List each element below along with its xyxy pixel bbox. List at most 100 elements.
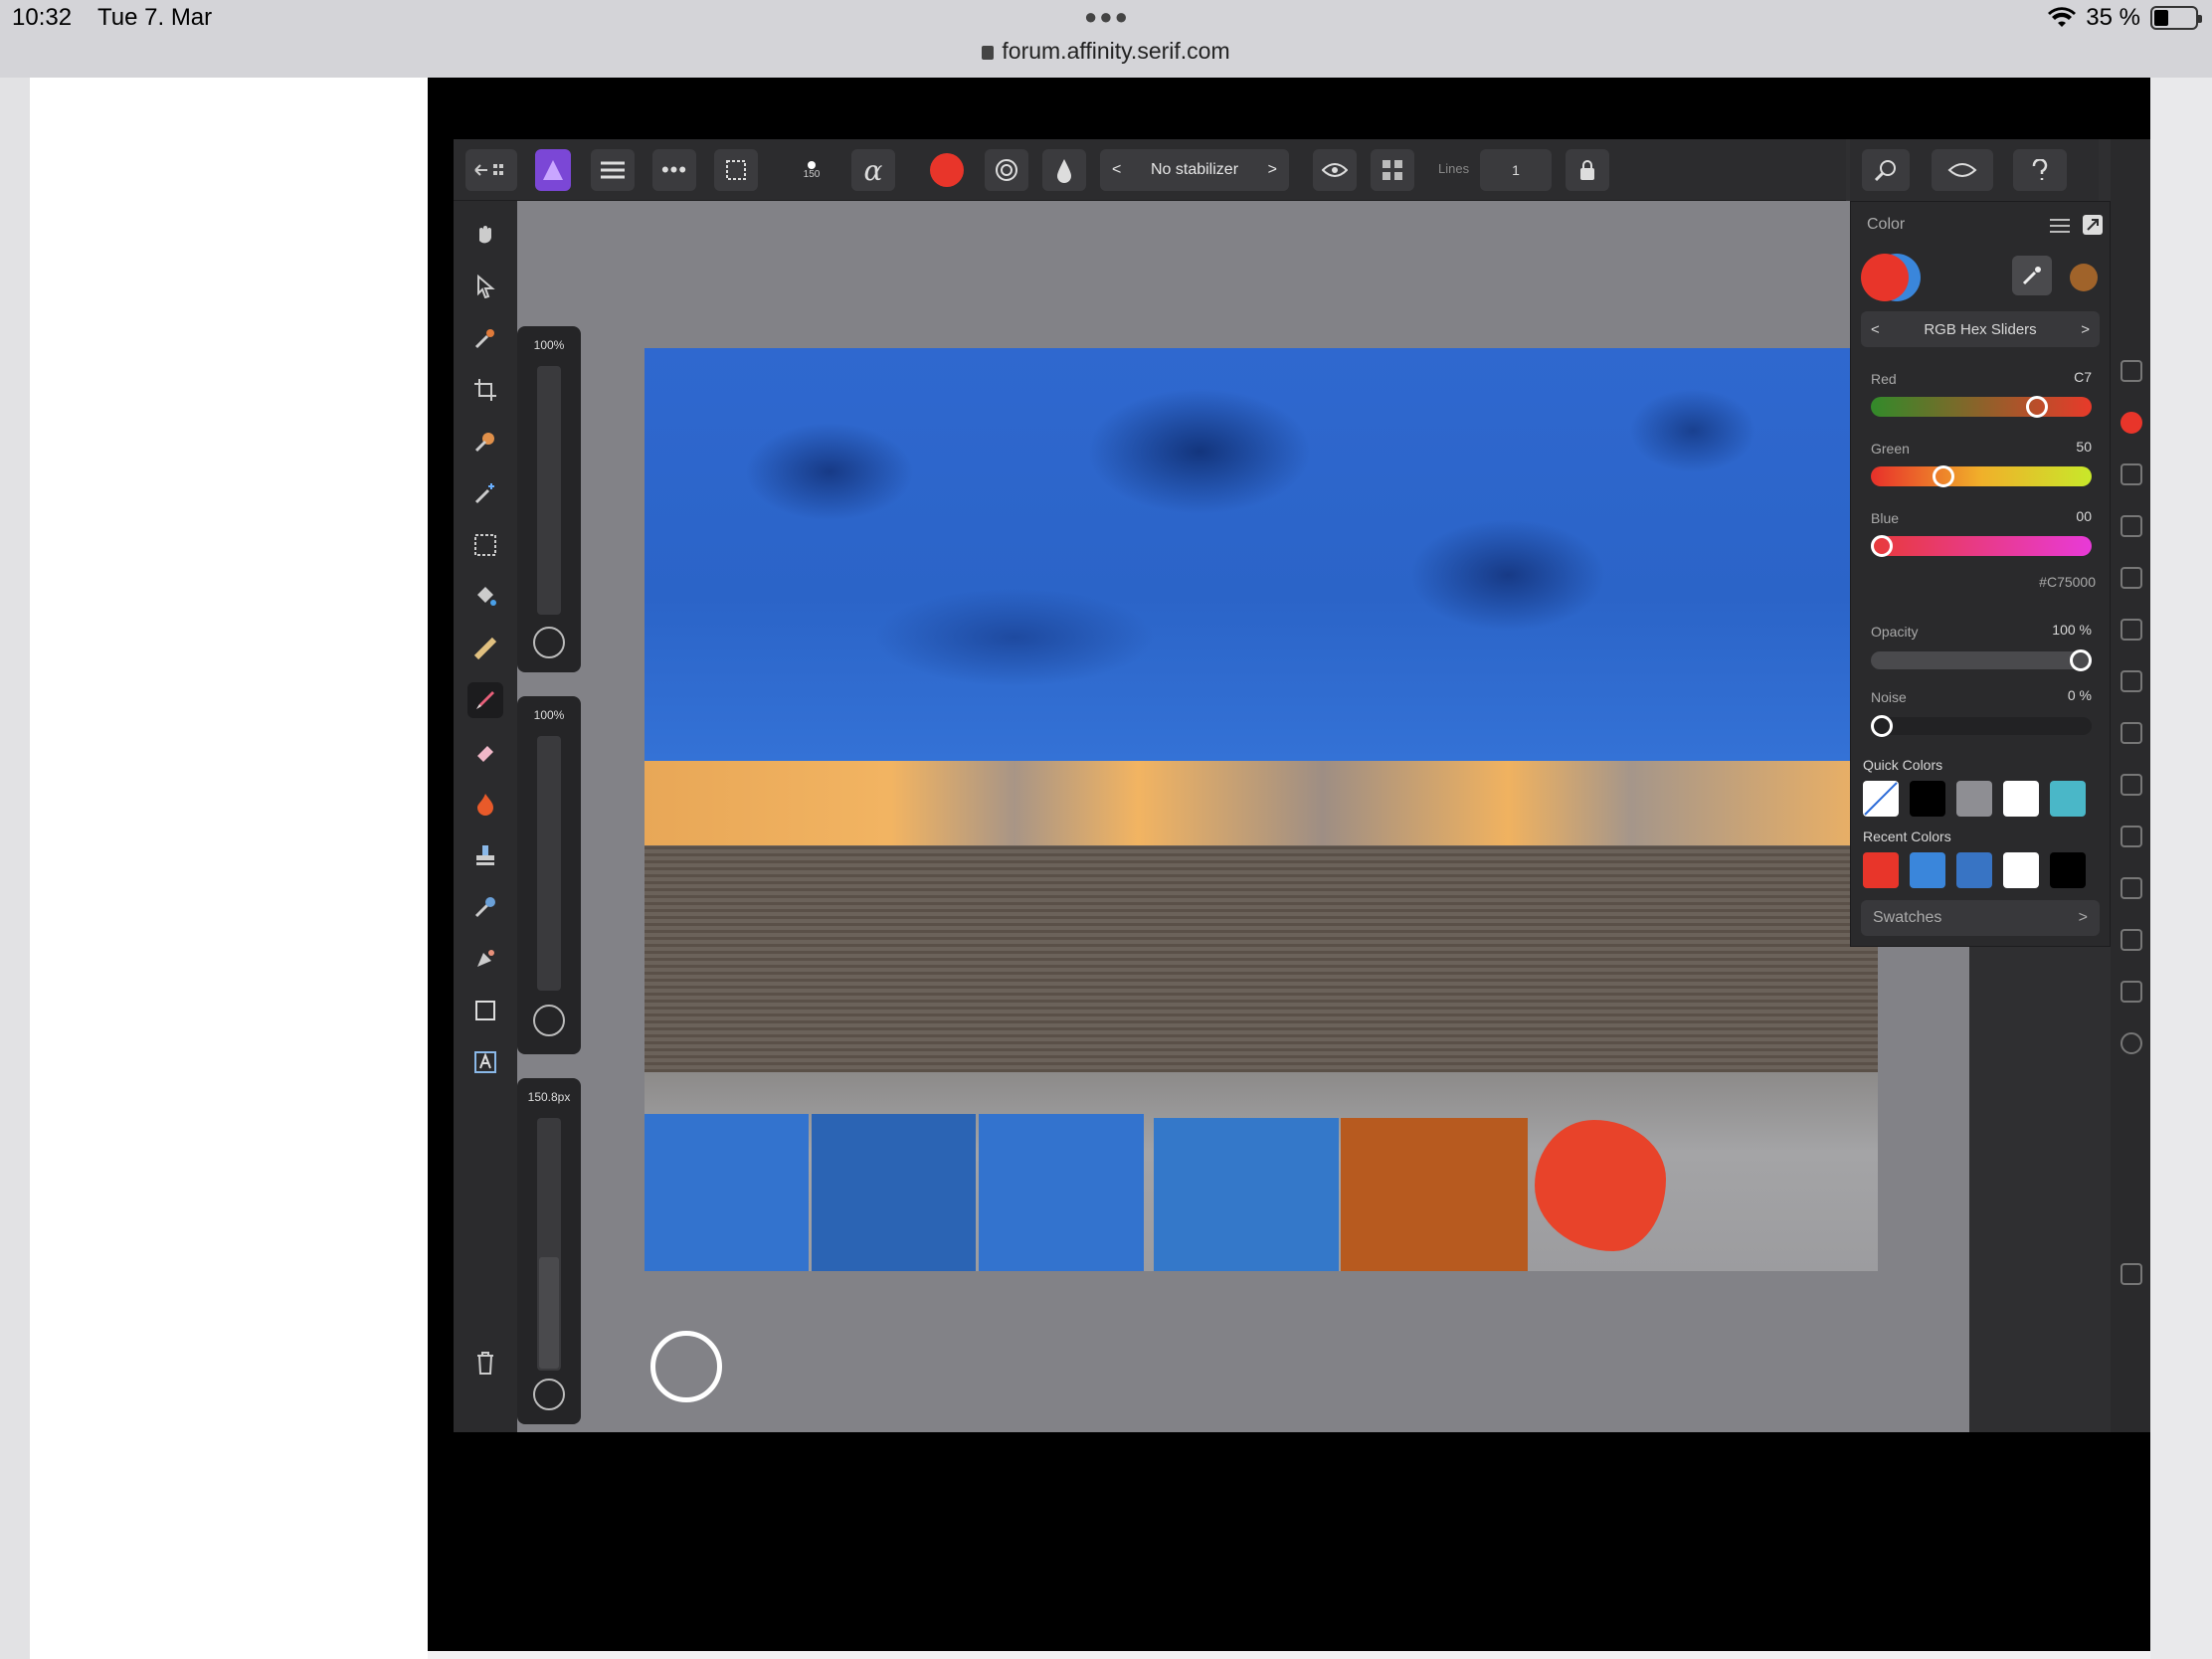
green-knob[interactable] (1933, 465, 1954, 487)
help-button[interactable] (2013, 149, 2067, 191)
layers-icon[interactable] (2120, 360, 2142, 382)
color-mode-selector[interactable]: < RGB Hex Sliders > (1861, 311, 2100, 347)
pen-tool[interactable] (467, 941, 503, 977)
flood-fill-tool[interactable] (467, 579, 503, 615)
more-dots-icon[interactable]: ●●● (1084, 4, 1130, 30)
macro-icon[interactable] (2120, 877, 2142, 899)
primary-color-circle[interactable] (1861, 254, 1909, 301)
lines-field[interactable]: 1 (1480, 149, 1552, 191)
panel-menu-icon[interactable] (2050, 218, 2070, 234)
noise-knob[interactable] (1871, 715, 1893, 737)
navigator-button[interactable] (1862, 149, 1910, 191)
crop-tool[interactable] (467, 372, 503, 408)
stock-icon[interactable] (2120, 929, 2142, 951)
green-slider[interactable] (1871, 465, 2092, 487)
chevron-right-icon[interactable]: > (2081, 321, 2090, 338)
paint-brush-tool[interactable] (467, 682, 503, 718)
brush-size-button[interactable]: 150 (792, 149, 831, 191)
help-icon[interactable] (2120, 1263, 2142, 1285)
opacity-target-icon[interactable] (533, 627, 565, 658)
flow-slider[interactable]: 100% (517, 696, 581, 1054)
move-tool[interactable] (467, 269, 503, 304)
swatches-button[interactable]: Swatches > (1861, 900, 2100, 936)
alpha-icon: α (863, 153, 883, 187)
stabilizer-selector[interactable]: < No stabilizer > (1100, 149, 1289, 191)
quickmask-button[interactable] (1932, 149, 1993, 191)
noise-slider[interactable] (1871, 715, 2092, 737)
adjustments-icon[interactable] (2120, 515, 2142, 537)
view-button[interactable] (1313, 149, 1357, 191)
gradient-tool[interactable] (467, 631, 503, 666)
width-target-icon[interactable] (533, 1379, 565, 1410)
alpha-button[interactable]: α (851, 149, 895, 191)
lock-button[interactable] (1566, 149, 1609, 191)
opacity-track[interactable] (537, 366, 561, 615)
clone-brush-tool[interactable] (467, 837, 503, 873)
url-text: forum.affinity.serif.com (1002, 38, 1230, 64)
opacity-panel-slider[interactable] (1871, 649, 2092, 671)
chevron-left-icon[interactable]: < (1871, 321, 1880, 338)
marquee-icon (726, 160, 746, 180)
brushes-icon[interactable] (2120, 463, 2142, 485)
transform-icon[interactable] (2120, 567, 2142, 589)
recent-color-swatch[interactable] (1910, 852, 1945, 888)
recent-color-swatch[interactable] (1956, 852, 1992, 888)
back-grid-button[interactable] (465, 149, 517, 191)
channels-icon[interactable] (2120, 722, 2142, 744)
current-color-button[interactable] (927, 149, 967, 191)
quick-color-swatch[interactable] (2050, 781, 2086, 817)
photo-layer[interactable] (645, 348, 1878, 1271)
selection-brush-tool[interactable] (467, 424, 503, 460)
healing-brush-tool[interactable] (467, 889, 503, 925)
blue-knob[interactable] (1871, 535, 1893, 557)
erase-brush-tool[interactable] (467, 734, 503, 770)
red-slider[interactable] (1871, 396, 2092, 418)
bandage-brush-icon (474, 897, 495, 918)
more-button[interactable]: ••• (652, 149, 696, 191)
character-icon[interactable] (2120, 670, 2142, 692)
hex-value[interactable]: #C75000 (2039, 574, 2096, 590)
recent-color-swatch[interactable] (2003, 852, 2039, 888)
rectangle-tool[interactable] (467, 993, 503, 1028)
status-right: 35 % (2048, 4, 2202, 32)
quick-color-swatch[interactable] (2003, 781, 2039, 817)
picked-color-swatch[interactable] (2070, 264, 2098, 291)
quick-color-swatch[interactable] (1863, 781, 1899, 817)
burn-brush-tool[interactable] (467, 786, 503, 822)
blend-button[interactable] (1042, 149, 1086, 191)
color-picker-tool[interactable] (467, 320, 503, 356)
opacity-knob[interactable] (2070, 649, 2092, 671)
hand-tool[interactable] (467, 217, 503, 253)
quick-color-swatch[interactable] (1910, 781, 1945, 817)
quick-color-swatch[interactable] (1956, 781, 1992, 817)
eyedropper-button[interactable] (2012, 256, 2052, 295)
app-logo-icon[interactable] (535, 149, 571, 191)
red-knob[interactable] (2026, 396, 2048, 418)
color-studio-icon[interactable] (2120, 412, 2142, 434)
panel-expand-icon[interactable] (2082, 214, 2104, 236)
histogram-icon[interactable] (2120, 774, 2142, 796)
opacity-slider[interactable]: 100% (517, 326, 581, 672)
text-tool[interactable] (467, 1044, 503, 1080)
document-canvas[interactable]: 100% 100% 150.8px (517, 201, 1969, 1432)
delete-tool[interactable] (467, 1345, 503, 1381)
settings-icon[interactable] (2120, 981, 2142, 1003)
navigator-icon[interactable] (2120, 826, 2142, 847)
wet-edges-button[interactable] (985, 149, 1028, 191)
recent-color-swatch[interactable] (2050, 852, 2086, 888)
fx-icon[interactable] (2120, 619, 2142, 641)
marquee-tool[interactable] (467, 527, 503, 563)
menu-button[interactable] (591, 149, 635, 191)
recent-color-swatch[interactable] (1863, 852, 1899, 888)
blue-slider[interactable] (1871, 535, 2092, 557)
chevron-left-icon[interactable]: < (1112, 161, 1121, 179)
flow-drop-icon[interactable] (533, 1005, 565, 1036)
chevron-right-icon[interactable]: > (1268, 161, 1277, 179)
selection-button[interactable] (714, 149, 758, 191)
flow-track[interactable] (537, 736, 561, 991)
flood-select-tool[interactable] (467, 475, 503, 511)
url-bar[interactable]: forum.affinity.serif.com (0, 38, 2212, 65)
history-icon[interactable] (2120, 1032, 2142, 1054)
symmetry-button[interactable] (1371, 149, 1414, 191)
width-slider[interactable]: 150.8px (517, 1078, 581, 1424)
